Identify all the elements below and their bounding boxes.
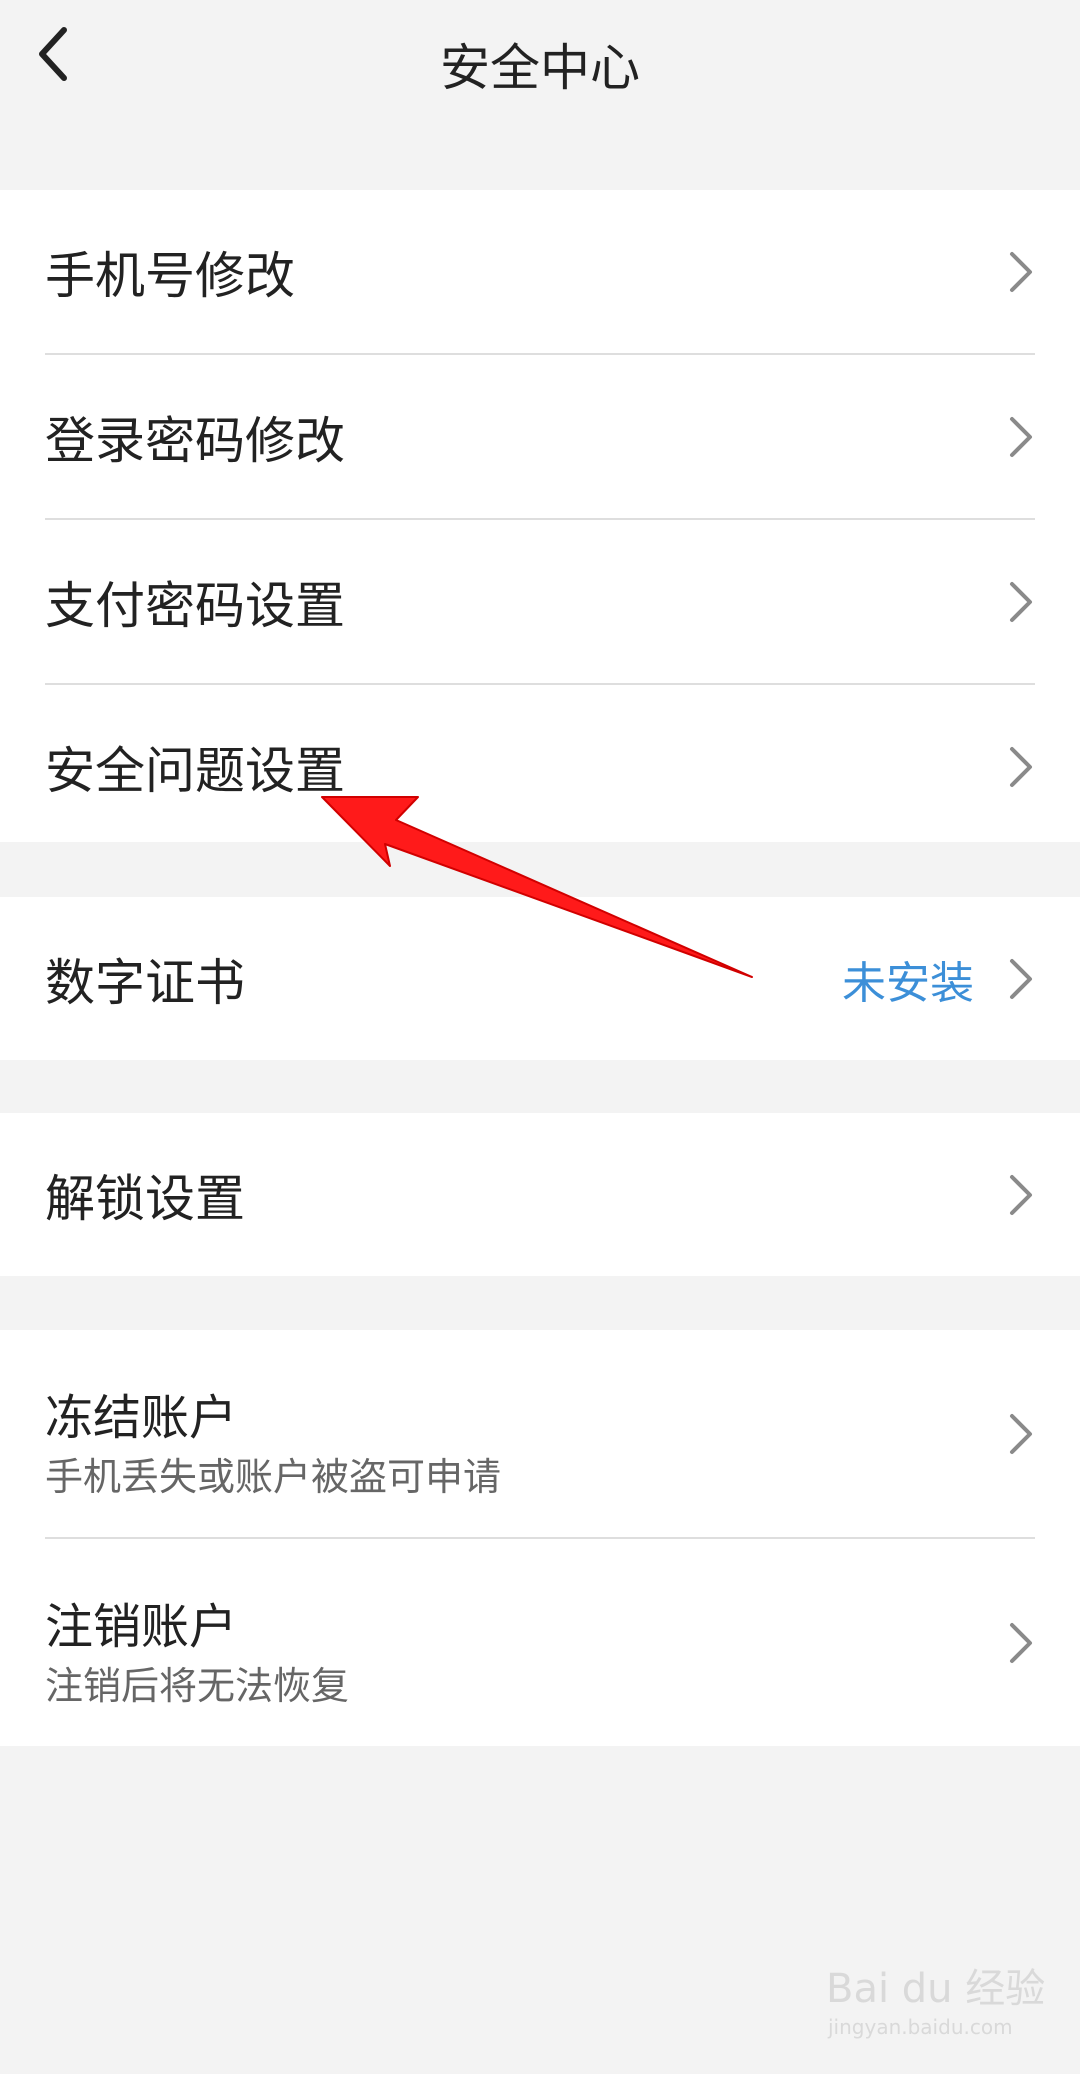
chevron-right-icon — [1010, 746, 1032, 787]
header-bar: 安全中心 — [0, 0, 1080, 132]
chevron-right-icon — [1010, 1413, 1032, 1454]
chevron-right-icon — [1010, 1622, 1032, 1663]
row-close-account[interactable]: 注销账户 注销后将无法恢复 — [0, 1539, 1080, 1746]
row-label: 冻结账户 — [45, 1390, 238, 1446]
row-change-phone[interactable]: 手机号修改 — [0, 190, 1080, 353]
row-freeze-account[interactable]: 冻结账户 手机丢失或账户被盗可申请 — [0, 1330, 1080, 1537]
row-label: 支付密码设置 — [45, 576, 345, 635]
row-change-login-password[interactable]: 登录密码修改 — [0, 355, 1080, 518]
watermark-logo: Bai du 经验 jingyan.baidu.com — [826, 1966, 1045, 2039]
row-label: 登录密码修改 — [45, 411, 345, 470]
row-label: 安全问题设置 — [45, 741, 345, 800]
account-actions-group: 冻结账户 手机丢失或账户被盗可申请 注销账户 注销后将无法恢复 — [0, 1330, 1080, 1746]
row-label: 解锁设置 — [45, 1169, 245, 1228]
watermark-site: jingyan.baidu.com — [827, 2015, 1013, 2039]
chevron-right-icon — [1010, 958, 1032, 999]
chevron-right-icon — [1010, 251, 1032, 292]
certificate-group: 数字证书 未安装 — [0, 897, 1080, 1060]
row-unlock-settings[interactable]: 解锁设置 — [0, 1113, 1080, 1276]
row-label: 数字证书 — [45, 953, 245, 1012]
watermark-brand: Bai du 经验 — [826, 1966, 1045, 2012]
chevron-right-icon — [1010, 1174, 1032, 1215]
row-subtitle: 手机丢失或账户被盗可申请 — [45, 1455, 502, 1499]
baidu-jingyan-watermark: Bai du 经验 jingyan.baidu.com — [826, 1950, 1046, 2040]
unlock-group: 解锁设置 — [0, 1113, 1080, 1276]
row-subtitle: 注销后将无法恢复 — [45, 1664, 350, 1708]
chevron-right-icon — [1010, 581, 1032, 622]
row-security-question[interactable]: 安全问题设置 — [0, 685, 1080, 848]
status-text: 未安装 — [842, 957, 974, 1009]
row-payment-password[interactable]: 支付密码设置 — [0, 520, 1080, 683]
chevron-right-icon — [1010, 416, 1032, 457]
account-security-group: 手机号修改 登录密码修改 支付密码设置 安全问题设置 — [0, 190, 1080, 842]
page-title: 安全中心 — [440, 39, 640, 97]
row-label: 注销账户 — [45, 1599, 238, 1655]
row-digital-certificate[interactable]: 数字证书 未安装 — [0, 897, 1080, 1060]
row-label: 手机号修改 — [45, 246, 295, 305]
